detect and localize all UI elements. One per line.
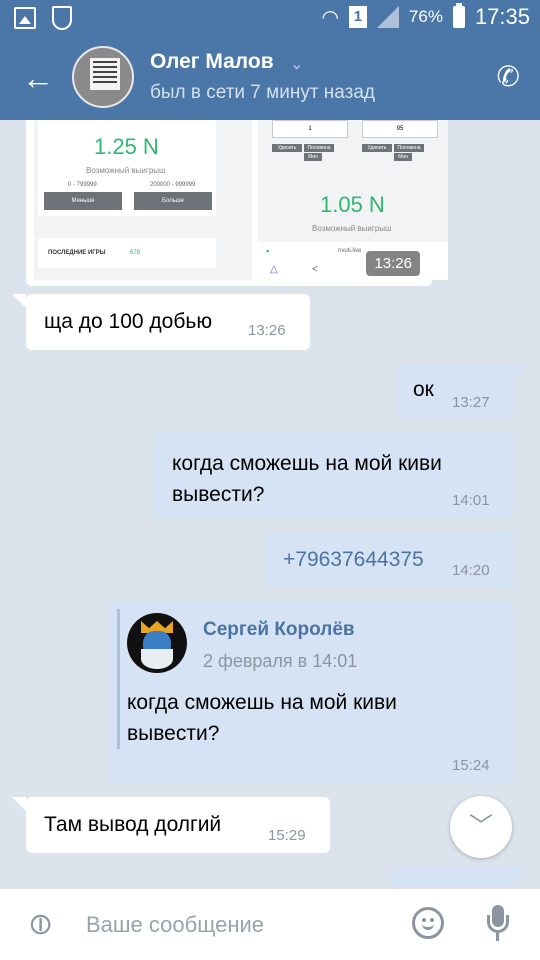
message-time: 14:20 (452, 562, 490, 579)
signal-icon (376, 6, 399, 28)
min-button: Мин (304, 153, 322, 161)
contact-name[interactable]: Олег Малов (150, 50, 274, 74)
message-time: 15:24 (452, 757, 490, 774)
avatar[interactable] (72, 46, 134, 108)
contact-last-seen: был в сети 7 минут назад (150, 82, 376, 103)
message-time: 13:26 (366, 251, 420, 276)
wifi-icon: ◠ (321, 6, 339, 29)
bubble-tail (514, 364, 528, 378)
message-text: ща до 100 добью (44, 310, 213, 333)
half-button: Половина (304, 144, 334, 152)
message-composer: ⊘ (0, 888, 540, 960)
mini-input-b: 95 (362, 120, 438, 138)
forwarded-message[interactable]: Сергей Королёв 2 февраля в 14:01 когда с… (107, 601, 514, 783)
less-button: Меньше (44, 192, 122, 210)
attachment-image[interactable]: 1.25 N Возможный выигрыш 0 - 799999 2000… (34, 120, 252, 280)
forward-author[interactable]: Сергей Королёв (203, 619, 355, 641)
battery-icon (452, 3, 465, 28)
message-time: 15:29 (268, 827, 306, 844)
more-button: Больше (134, 192, 212, 210)
forward-date: 2 февраля в 14:01 (203, 651, 358, 671)
bubble-tail (12, 294, 26, 308)
share-icon: < (312, 264, 318, 275)
double-button: Удвоить (272, 144, 302, 152)
possible-win-label: Возможный выигрыш (86, 166, 166, 175)
incoming-message[interactable]: ща до 100 добью 13:26 (26, 294, 310, 350)
lock-icon: ▪ (266, 246, 270, 256)
possible-win-value: 1.25 N (94, 134, 159, 159)
chevron-down-icon[interactable]: ⌄ (290, 54, 303, 74)
message-text: ок (413, 378, 434, 401)
range-high: 200000 - 999999 (150, 182, 196, 188)
scroll-down-button[interactable]: ﹀ (450, 796, 512, 858)
message-time: 13:26 (248, 322, 286, 339)
assistant-icon: △ (270, 264, 278, 275)
mini-input-a: 1 (272, 120, 348, 138)
bubble-tail (514, 866, 528, 880)
possible-win-value: 1.05 N (320, 192, 385, 217)
outgoing-message[interactable] (392, 866, 514, 888)
range-low: 0 - 799999 (68, 182, 97, 188)
message-time: 13:27 (452, 394, 490, 411)
phone-icon[interactable]: ✆ (497, 60, 520, 93)
chevron-down-icon: ﹀ (469, 813, 493, 840)
gallery-notification-icon (14, 7, 36, 29)
outgoing-message[interactable]: +79637644375 14:20 (265, 532, 514, 588)
clock: 17:35 (474, 4, 530, 29)
emoji-icon[interactable] (412, 907, 444, 939)
last-games-count: 678 (130, 250, 141, 256)
paperclip-icon[interactable]: ⊘ (19, 903, 62, 946)
message-text: Там вывод долгий (44, 813, 222, 836)
bubble-tail (12, 797, 26, 811)
battery-percent: 76% (408, 7, 443, 26)
half-button: Половина (394, 144, 424, 152)
outgoing-message[interactable]: когда сможешь на мой киви вывести? 14:01 (154, 432, 514, 518)
browser-url: nvuti.live (338, 248, 362, 254)
microphone-icon[interactable] (484, 905, 512, 945)
last-games-label: ПОСЛЕДНИЕ ИГРЫ (48, 250, 106, 256)
chat-header: ← Олег Малов ⌄ был в сети 7 минут назад … (0, 36, 540, 120)
min-button: Мин (394, 153, 412, 161)
possible-win-label: Возможный выигрыш (312, 224, 392, 233)
message-time: 14:01 (452, 492, 490, 509)
outgoing-message[interactable]: ок 13:27 (395, 364, 514, 418)
image-message[interactable]: 1.25 N Возможный выигрыш 0 - 799999 2000… (26, 120, 448, 286)
message-text: когда сможешь на мой киви вывести? (127, 691, 397, 745)
forward-bar (117, 609, 120, 749)
status-bar: ◠ 1 76% 17:35 (0, 0, 540, 36)
message-list[interactable]: 1.25 N Возможный выигрыш 0 - 799999 2000… (0, 120, 540, 888)
message-input[interactable] (86, 907, 386, 943)
incoming-message[interactable]: Там вывод долгий 15:29 (26, 797, 330, 853)
avatar[interactable] (127, 613, 187, 673)
shield-icon (52, 6, 72, 30)
double-button: Удвоить (362, 144, 392, 152)
sim-icon: 1 (348, 6, 367, 28)
back-arrow-icon[interactable]: ← (22, 62, 54, 94)
phone-link[interactable]: +79637644375 (283, 548, 424, 572)
